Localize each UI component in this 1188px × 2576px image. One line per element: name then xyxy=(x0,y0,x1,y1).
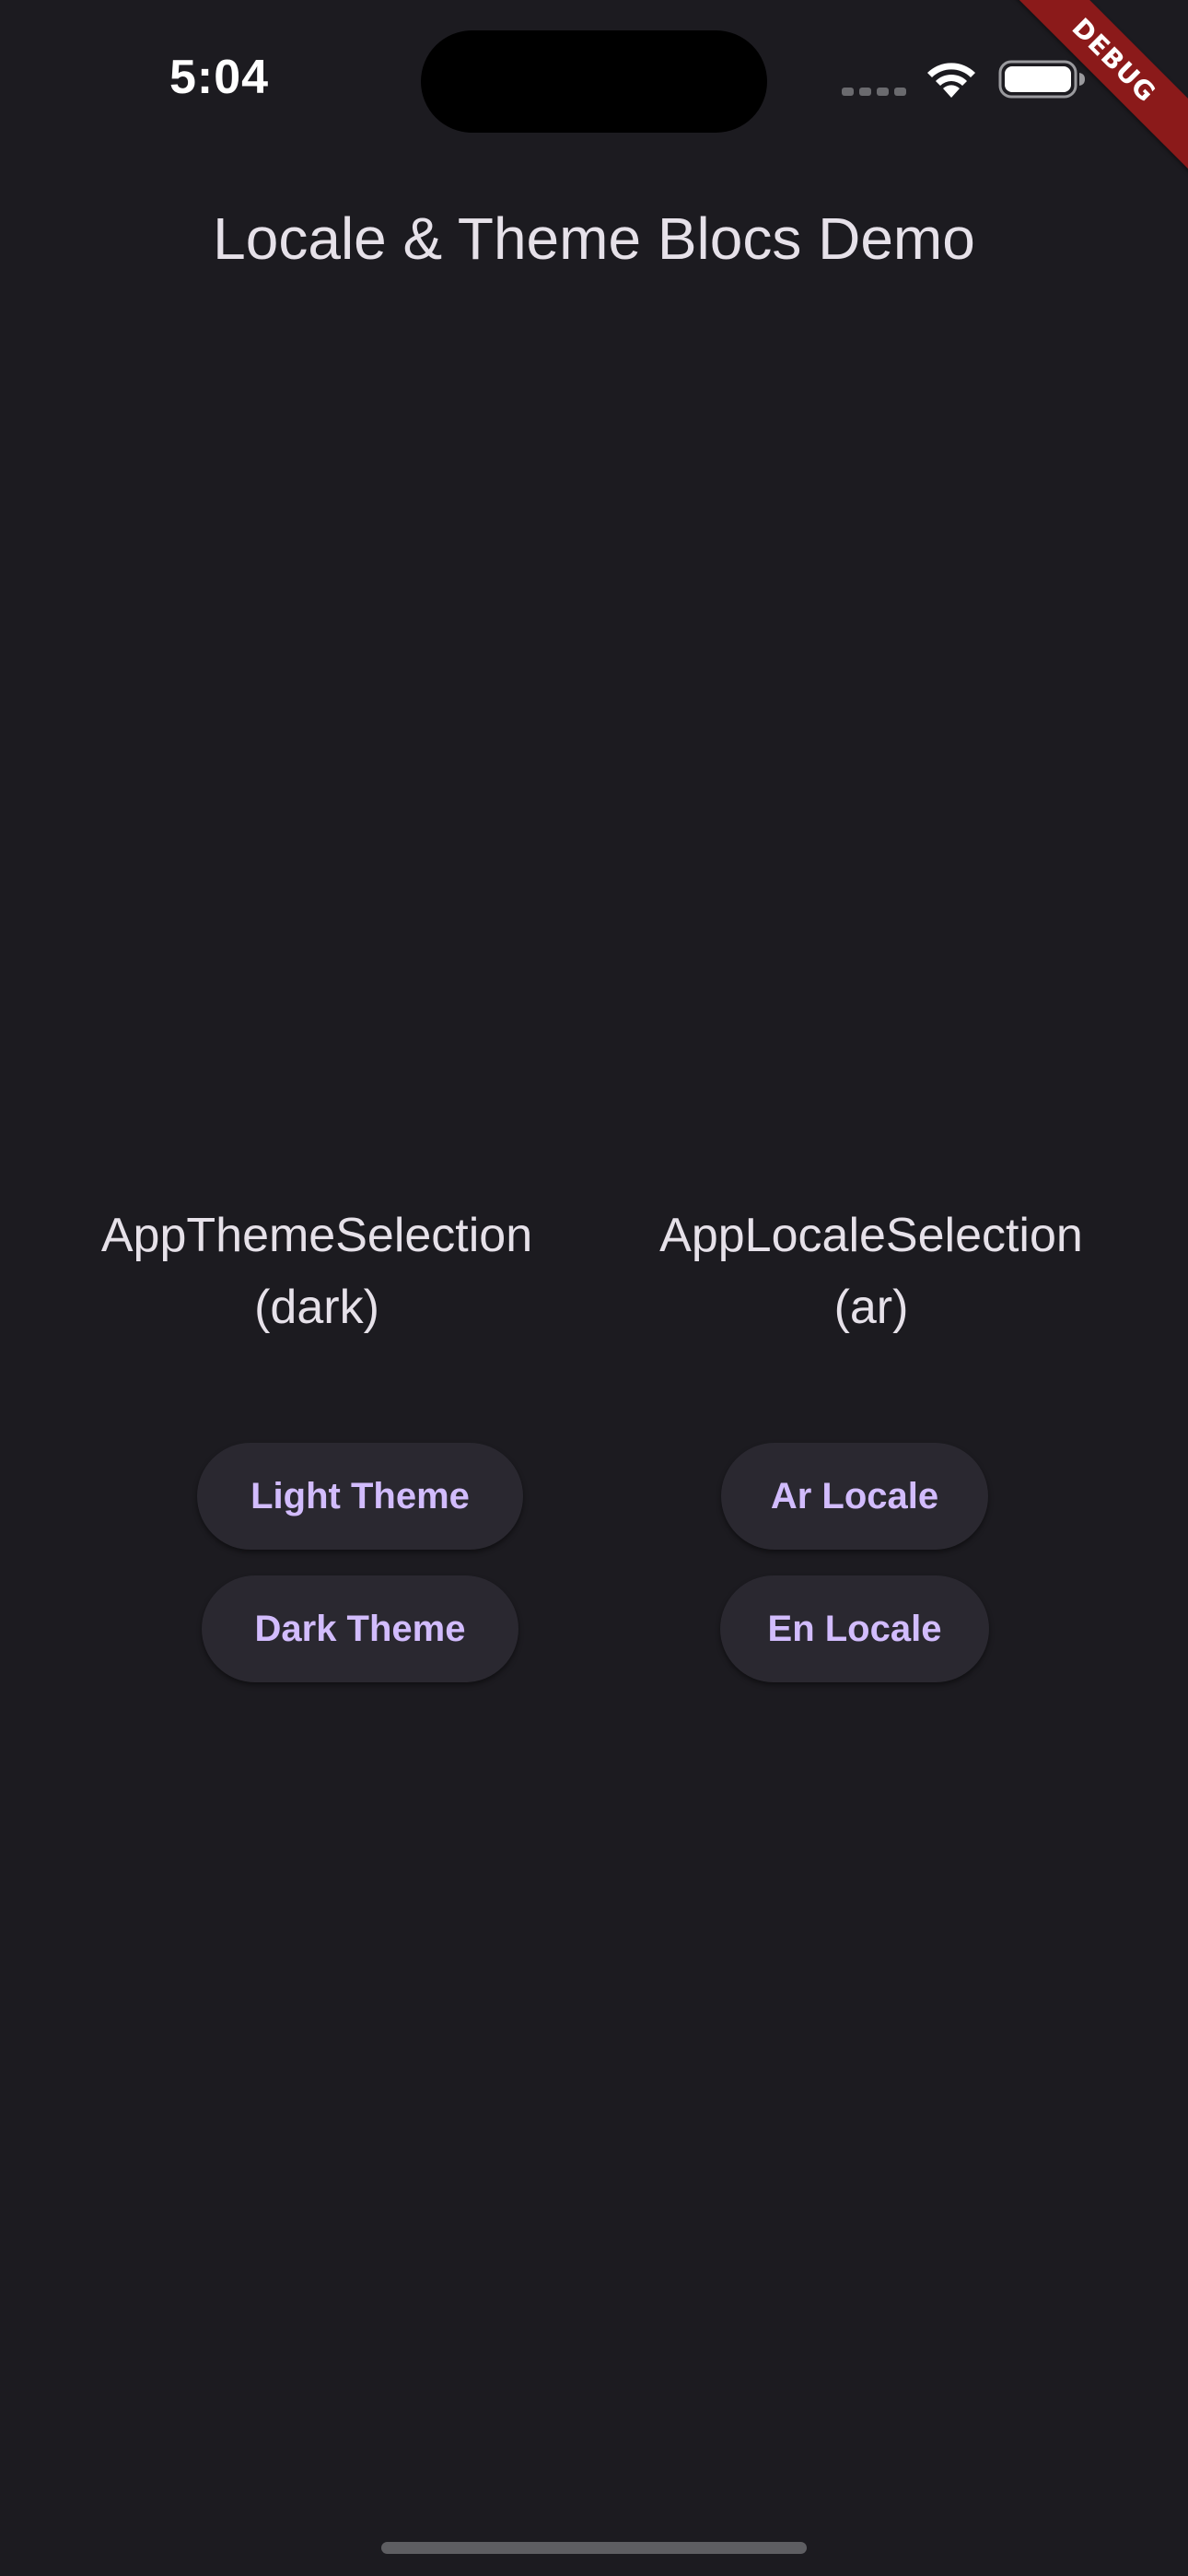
page-title: Locale & Theme Blocs Demo xyxy=(213,205,975,272)
locale-selection-section: AppLocaleSelection (ar) xyxy=(595,1200,1147,1343)
home-indicator[interactable] xyxy=(381,2542,807,2554)
locale-selection-value: (ar) xyxy=(833,1281,909,1334)
theme-selection-section: AppThemeSelection (dark) xyxy=(41,1200,593,1343)
theme-selection-value: (dark) xyxy=(254,1281,379,1334)
wifi-icon xyxy=(927,63,975,98)
light-theme-button[interactable]: Light Theme xyxy=(197,1443,523,1550)
locale-selection-name: AppLocaleSelection xyxy=(659,1209,1083,1262)
cellular-signal-icon xyxy=(842,88,906,96)
dynamic-island xyxy=(421,30,767,133)
theme-selection-name: AppThemeSelection xyxy=(100,1209,533,1262)
battery-icon xyxy=(998,60,1085,99)
ar-locale-button[interactable]: Ar Locale xyxy=(721,1443,988,1550)
app-screen: 5:04 DEBUG Locale & Theme Blocs Demo App… xyxy=(0,0,1188,2576)
status-time: 5:04 xyxy=(169,51,270,104)
debug-banner: DEBUG xyxy=(966,0,1188,208)
en-locale-button[interactable]: En Locale xyxy=(720,1575,989,1682)
dark-theme-button[interactable]: Dark Theme xyxy=(202,1575,518,1682)
